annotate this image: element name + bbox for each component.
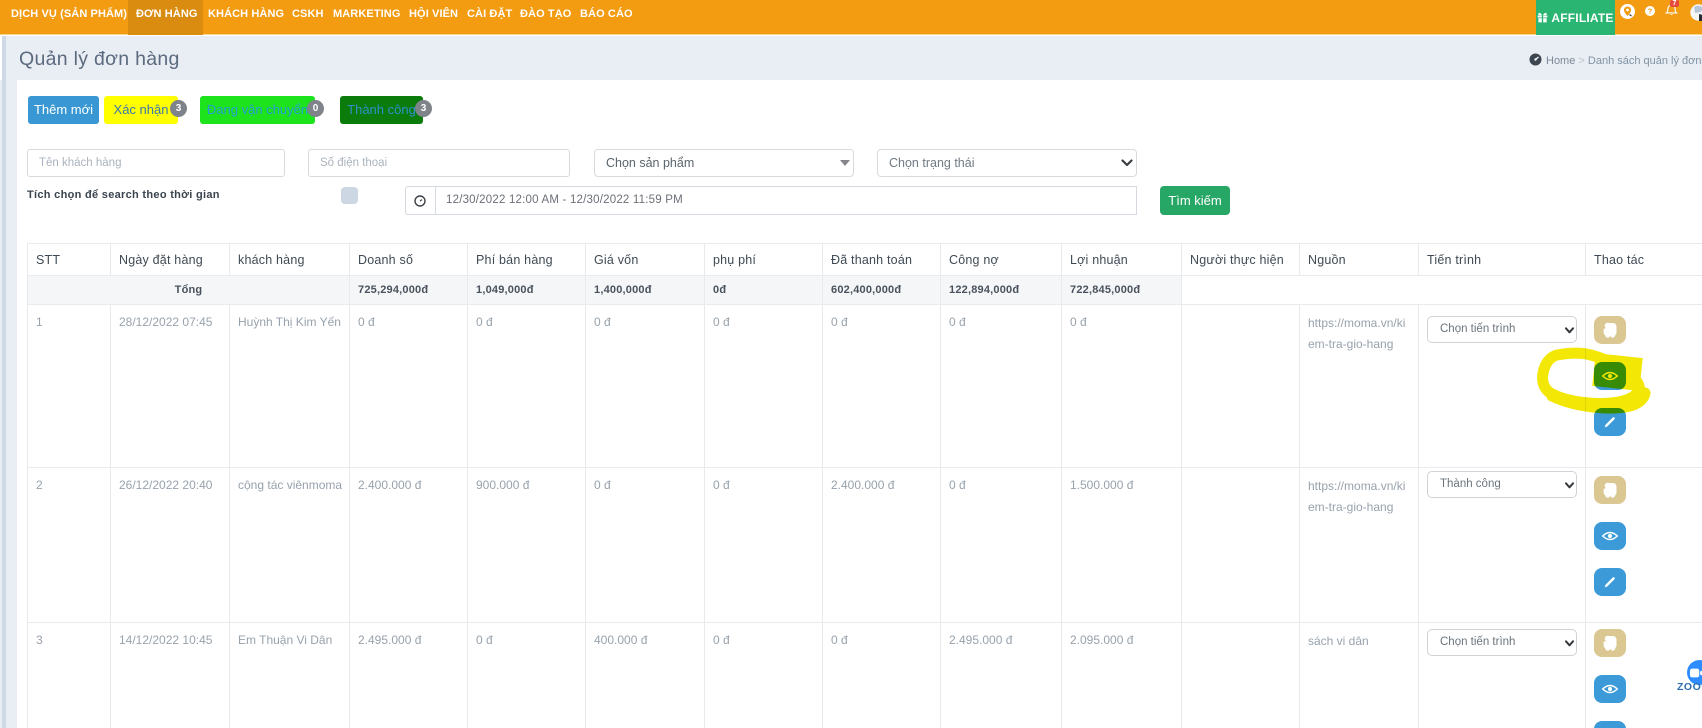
svg-text:?: ? — [1647, 7, 1652, 16]
